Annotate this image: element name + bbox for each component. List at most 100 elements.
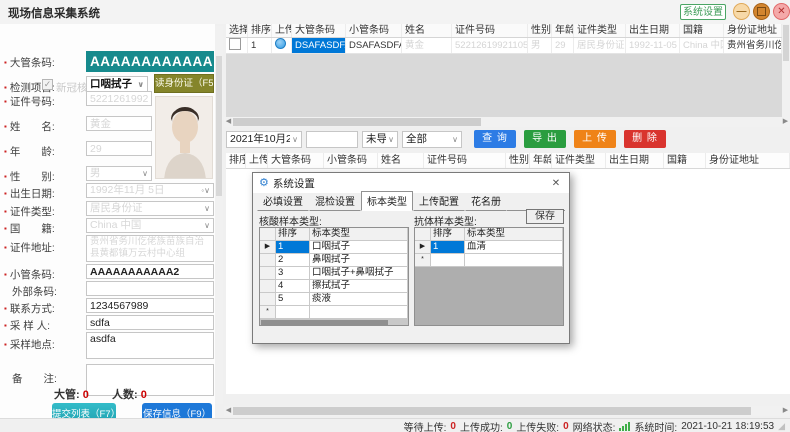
gender-select[interactable]: 男∨ — [86, 166, 152, 181]
scroll-left-icon[interactable]: ◀ — [224, 117, 233, 127]
left-panel-scrollbar[interactable] — [215, 26, 223, 404]
column-header-上传[interactable]: 上传 — [272, 24, 292, 37]
column-header-身份证地址[interactable]: 身份证地址 — [706, 153, 790, 168]
scrollbar-thumb[interactable] — [783, 25, 789, 61]
sample-type-row[interactable]: 2鼻咽拭子 — [260, 254, 408, 267]
cell-order[interactable]: 3 — [276, 267, 310, 280]
collect-place-textarea[interactable]: asdfa — [86, 332, 214, 359]
system-settings-button[interactable]: 系统设置 — [680, 4, 726, 20]
upload-filter-select[interactable]: 未导∨ — [362, 131, 398, 148]
maximize-button[interactable] — [753, 3, 770, 20]
cell-sample-type[interactable]: 鼻咽拭子 — [310, 254, 408, 267]
column-header-性别[interactable]: 性别 — [528, 24, 552, 37]
scrollbar-thumb[interactable] — [233, 118, 481, 126]
barcode-search-input[interactable] — [306, 131, 358, 148]
column-header-小管条码[interactable]: 小管条码 — [324, 153, 378, 168]
scroll-left-icon[interactable]: ◀ — [224, 406, 233, 416]
column-header-证件号码[interactable]: 证件号码 — [424, 153, 506, 168]
column-header-出生日期[interactable]: 出生日期 — [606, 153, 664, 168]
age-input[interactable] — [86, 141, 152, 156]
id-address-textarea[interactable]: 贵州省务川仡佬族苗族自治县黄都镇万云村中心组 — [86, 235, 214, 262]
sample-type-row[interactable]: ▶1血清 — [415, 241, 563, 254]
cell-order[interactable]: 1 — [431, 241, 465, 254]
upload-button[interactable]: 上 传 — [574, 130, 616, 148]
id-type-select[interactable]: 居民身份证∨ — [86, 201, 214, 216]
tab-必填设置[interactable]: 必填设置 — [257, 191, 309, 211]
id-number-input[interactable] — [86, 91, 152, 106]
contact-input[interactable] — [86, 298, 214, 313]
close-button[interactable]: ✕ — [773, 3, 790, 20]
date-picker[interactable]: 2021年10月21日∨ — [226, 131, 302, 148]
nationality-select[interactable]: China 中国∨ — [86, 218, 214, 233]
scroll-right-icon[interactable]: ▶ — [781, 406, 790, 416]
covid-checkbox[interactable]: ✓ — [42, 79, 53, 90]
export-button[interactable]: 导 出 — [524, 130, 566, 148]
column-header-性别[interactable]: 性别 — [506, 153, 530, 168]
type-filter-select[interactable]: 全部∨ — [402, 131, 462, 148]
top-table-hscrollbar[interactable]: ◀ ▶ — [224, 117, 790, 127]
column-header-大管条码[interactable]: 大管条码 — [292, 24, 346, 37]
cell-order[interactable]: 1 — [276, 241, 310, 254]
cell-order[interactable] — [276, 306, 310, 319]
scrollbar-thumb[interactable] — [261, 320, 388, 326]
sample-type-row[interactable]: 5痰液 — [260, 293, 408, 306]
column-header-选择[interactable]: 选择 — [226, 24, 248, 37]
tab-混检设置[interactable]: 混检设置 — [309, 191, 361, 211]
bottom-hscrollbar[interactable]: ◀ ▶ — [224, 406, 790, 416]
column-header-上传[interactable]: 上传 — [246, 153, 268, 168]
column-header-身份证地址[interactable]: 身份证地址 — [724, 24, 782, 37]
column-header-小管条码[interactable]: 小管条码 — [346, 24, 402, 37]
scrollbar-thumb[interactable] — [233, 407, 751, 415]
sample-type-row[interactable]: ▶1口咽拭子 — [260, 241, 408, 254]
column-header-排序[interactable]: 排序 — [226, 153, 246, 168]
column-header-国籍[interactable]: 国籍 — [680, 24, 724, 37]
modal-save-button[interactable]: 保存 — [526, 209, 564, 224]
cell-sample-type[interactable]: 口咽拭子 — [310, 241, 408, 254]
top-table-vscrollbar[interactable] — [782, 24, 790, 117]
cell-sample-type[interactable] — [465, 254, 563, 267]
cell-sample-type[interactable]: 血清 — [465, 241, 563, 254]
cell-sample-type[interactable]: 擦拭拭子 — [310, 280, 408, 293]
antibody-sample-grid[interactable]: 排序标本类型▶1血清* — [414, 227, 564, 326]
scroll-right-icon[interactable]: ▶ — [781, 117, 790, 127]
read-id-card-button[interactable]: 读身份证（F5） — [154, 74, 214, 93]
cell-sample-type[interactable]: 痰液 — [310, 293, 408, 306]
column-header-国籍[interactable]: 国籍 — [664, 153, 706, 168]
birth-date-picker[interactable]: 1992年11月 5日◦∨ — [86, 183, 214, 198]
new-row[interactable]: * — [415, 254, 563, 267]
column-header-排序[interactable]: 排序 — [248, 24, 272, 37]
sample-type-row[interactable]: 3口咽拭子+鼻咽拭子 — [260, 267, 408, 280]
small-tube-barcode-input[interactable] — [86, 264, 214, 279]
sample-type-row[interactable]: 4擦拭拭子 — [260, 280, 408, 293]
row-select-checkbox[interactable] — [226, 38, 248, 53]
remark-textarea[interactable] — [86, 364, 214, 396]
column-header-证件类型[interactable]: 证件类型 — [574, 24, 626, 37]
tab-标本类型[interactable]: 标本类型 — [361, 191, 413, 211]
row-dot[interactable] — [272, 38, 292, 53]
column-header-姓名[interactable]: 姓名 — [378, 153, 424, 168]
top-table-row[interactable]: 1DSAFASDFAAASDSAFASDFAAAS1黄金522126199211… — [226, 38, 782, 54]
tube-barcode-value[interactable]: AAAAAAAAAAAA — [86, 51, 214, 72]
tab-花名册[interactable]: 花名册 — [465, 191, 507, 211]
column-header-出生日期[interactable]: 出生日期 — [626, 24, 680, 37]
column-header-年龄[interactable]: 年龄 — [530, 153, 552, 168]
cell-order[interactable]: 2 — [276, 254, 310, 267]
delete-button[interactable]: 删 除 — [624, 130, 666, 148]
grid-hscrollbar[interactable] — [260, 319, 408, 326]
nucleic-sample-grid[interactable]: 排序标本类型▶1口咽拭子2鼻咽拭子3口咽拭子+鼻咽拭子4擦拭拭子5痰液* — [259, 227, 409, 326]
column-header-姓名[interactable]: 姓名 — [402, 24, 452, 37]
checkbox-icon[interactable] — [229, 38, 241, 50]
column-header-证件类型[interactable]: 证件类型 — [552, 153, 606, 168]
cell-order[interactable]: 4 — [276, 280, 310, 293]
column-header-年龄[interactable]: 年龄 — [552, 24, 574, 37]
cell-sample-type[interactable]: 口咽拭子+鼻咽拭子 — [310, 267, 408, 280]
cell-sample-type[interactable] — [310, 306, 408, 319]
column-header-证件号码[interactable]: 证件号码 — [452, 24, 528, 37]
cell-order[interactable] — [431, 254, 465, 267]
minimize-button[interactable]: — — [733, 3, 750, 20]
new-row[interactable]: * — [260, 306, 408, 319]
scrollbar-thumb[interactable] — [216, 56, 222, 196]
tab-上传配置[interactable]: 上传配置 — [413, 191, 465, 211]
name-input[interactable] — [86, 116, 152, 131]
collector-input[interactable] — [86, 315, 214, 330]
